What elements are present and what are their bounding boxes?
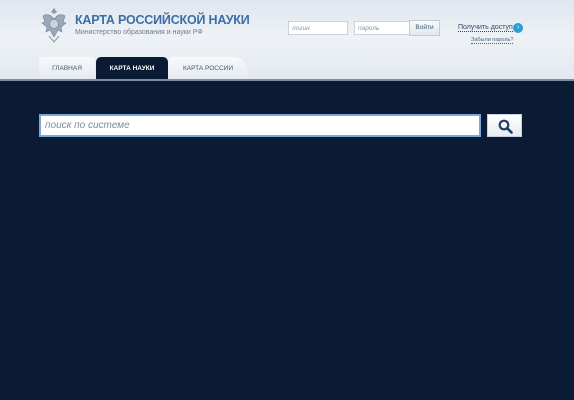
site-header: КАРТА РОССИЙСКОЙ НАУКИ Министерство обра… — [0, 0, 574, 81]
get-access-link[interactable]: Получить доступ — [458, 24, 513, 32]
site-title: КАРТА РОССИЙСКОЙ НАУКИ — [75, 13, 250, 27]
tab-science-map[interactable]: КАРТА НАУКИ — [96, 57, 168, 81]
site-subtitle: Министерство образования и науки РФ — [75, 29, 203, 36]
tab-russia-map[interactable]: КАРТА РОССИИ — [168, 57, 248, 81]
search-icon — [498, 119, 513, 134]
arrow-right-icon[interactable]: › — [513, 23, 523, 33]
search-button[interactable] — [487, 114, 522, 137]
login-input[interactable] — [288, 21, 348, 35]
header-divider — [0, 79, 574, 81]
emblem-icon — [41, 8, 67, 43]
main-tabs: ГЛАВНАЯ КАРТА НАУКИ КАРТА РОССИИ — [0, 57, 574, 81]
forgot-password-link[interactable]: Забыли пароль? — [471, 37, 514, 44]
search-input[interactable] — [39, 114, 481, 137]
login-button[interactable]: Войти — [409, 20, 440, 36]
tab-main[interactable]: ГЛАВНАЯ — [39, 57, 95, 81]
password-input[interactable] — [354, 21, 414, 35]
